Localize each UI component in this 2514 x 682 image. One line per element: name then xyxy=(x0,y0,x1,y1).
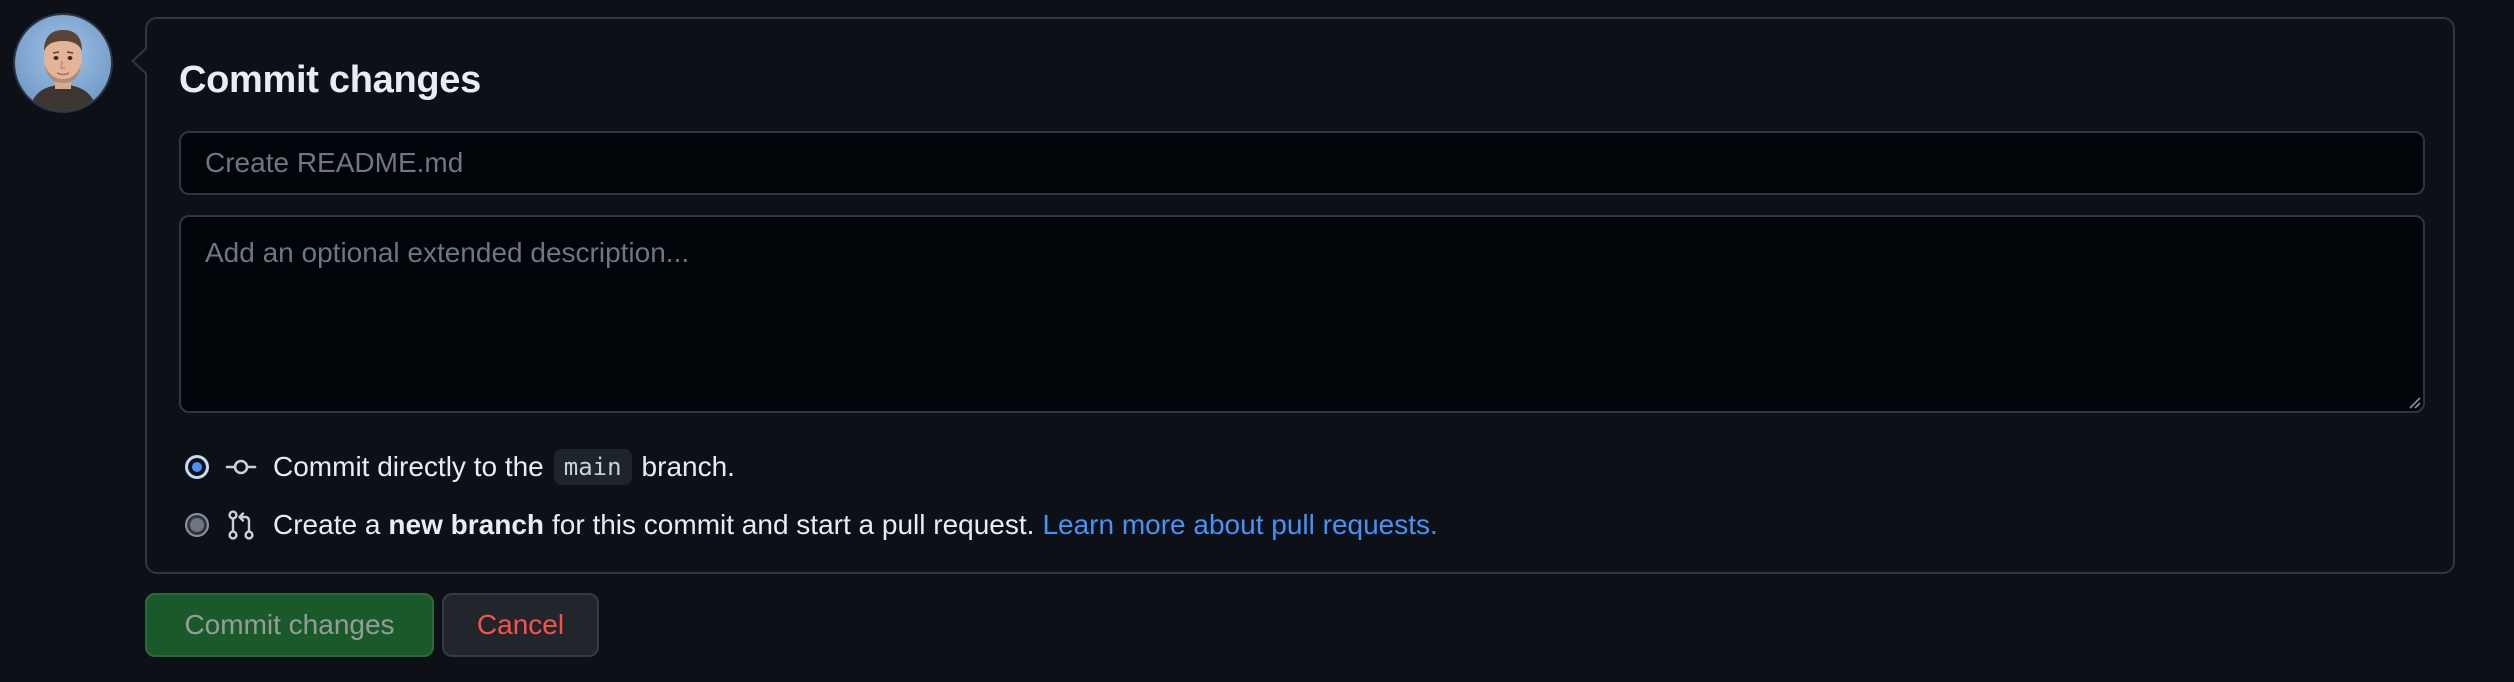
panel-title: Commit changes xyxy=(179,59,481,101)
commit-changes-button[interactable]: Commit changes xyxy=(145,593,434,657)
new-branch-radio[interactable] xyxy=(185,513,209,537)
commit-direct-option[interactable]: Commit directly to the main branch. xyxy=(185,447,735,487)
new-branch-bold: new branch xyxy=(388,509,544,540)
commit-direct-radio[interactable] xyxy=(185,455,209,479)
commit-summary-input[interactable] xyxy=(179,131,2425,195)
new-branch-text-after: for this commit and start a pull request… xyxy=(552,509,1035,540)
commit-description-textarea[interactable] xyxy=(179,215,2425,413)
git-commit-icon xyxy=(225,451,257,483)
learn-more-pull-requests-link[interactable]: Learn more about pull requests. xyxy=(1042,509,1437,541)
avatar-image xyxy=(15,15,111,111)
commit-form-page: Commit changes Commit directly to the ma… xyxy=(0,0,2514,682)
panel-caret-fill xyxy=(134,49,147,73)
commit-direct-text-after: branch. xyxy=(641,451,735,482)
new-branch-text-before: Create a xyxy=(273,509,381,540)
new-branch-option[interactable]: Create a new branch for this commit and … xyxy=(185,505,1438,545)
cancel-button[interactable]: Cancel xyxy=(442,593,599,657)
branch-name-code: main xyxy=(553,449,632,485)
commit-panel: Commit changes Commit directly to the ma… xyxy=(145,17,2455,574)
user-avatar[interactable] xyxy=(15,15,111,111)
git-pull-request-icon xyxy=(225,509,257,541)
commit-direct-text-before: Commit directly to the xyxy=(273,451,544,482)
resize-grip-icon[interactable] xyxy=(2407,395,2421,409)
